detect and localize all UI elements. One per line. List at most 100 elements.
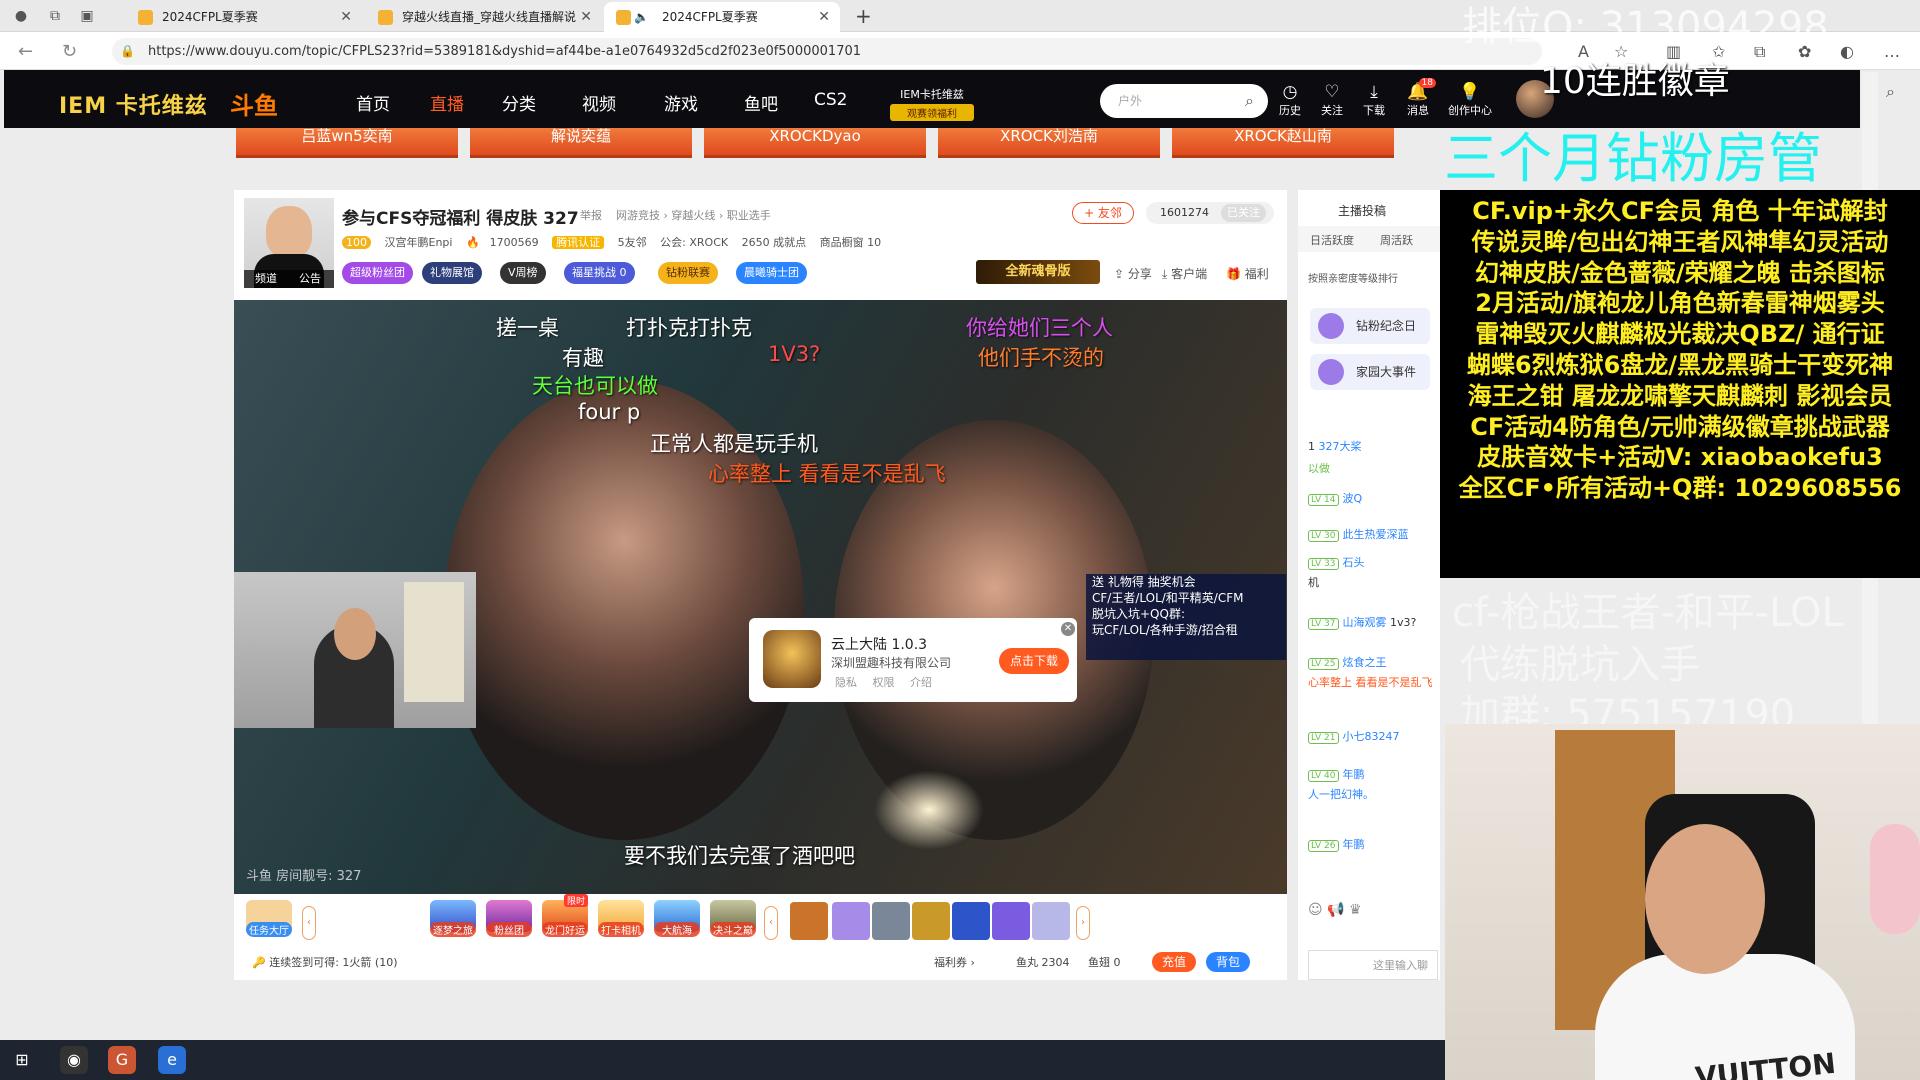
follow-state[interactable]: 已关注 <box>1221 204 1266 222</box>
banner-item[interactable]: XROCK刘浩南 <box>938 128 1160 158</box>
achievement-points[interactable]: 2650 成就点 <box>742 236 807 249</box>
app-icon[interactable]: G <box>108 1046 136 1074</box>
backpack-button[interactable]: 背包 <box>1206 952 1250 972</box>
banner-item[interactable]: 吕蓝wn5奕南 <box>236 128 458 158</box>
tab-1[interactable]: 2024CFPL夏季赛 ✕ <box>126 2 362 32</box>
neighbors[interactable]: 5友邻 <box>618 236 647 249</box>
new-tab-button[interactable]: + <box>855 4 872 28</box>
edge-sidebar-search-icon[interactable]: ⌕ <box>1886 82 1895 102</box>
workspaces-icon[interactable]: ⧉ <box>46 7 64 25</box>
close-icon[interactable]: ✕ <box>580 2 592 32</box>
ad-download-button[interactable]: 点击下载 <box>999 648 1069 674</box>
chip-super-fans[interactable]: 超级粉丝团 <box>342 262 413 284</box>
nav-category[interactable]: 分类 <box>502 90 536 115</box>
task-hall-button[interactable]: 任务大厅 <box>246 900 292 937</box>
windows-start-icon[interactable]: ⊞ <box>8 1046 36 1074</box>
guild[interactable]: 公会: XROCK <box>660 236 728 249</box>
diamond-anniversary-card[interactable]: 钻粉纪念日 <box>1310 308 1430 344</box>
speaker-icon[interactable]: 🔈 <box>634 2 649 32</box>
scroll-left-icon[interactable]: ‹ <box>764 906 778 940</box>
gift-fans[interactable]: 粉丝团 <box>486 900 532 937</box>
nav-home[interactable]: 首页 <box>356 90 390 115</box>
creator-center-button[interactable]: 💡 创作中心 <box>1440 82 1500 118</box>
profile-icon[interactable]: ● <box>12 7 30 25</box>
tab-weekly-activity[interactable]: 周活跃 <box>1380 232 1413 248</box>
chip-lucky-star[interactable]: 福星挑战 0 <box>564 262 635 284</box>
streamer-avatar[interactable]: 频道 公告 <box>244 198 334 288</box>
chat-input[interactable]: 这里输入聊天 <box>1308 950 1438 980</box>
badge-icon[interactable]: ♛ <box>1349 902 1362 918</box>
gift-item[interactable] <box>790 902 828 940</box>
category-breadcrumb[interactable]: 网游竞技 › 穿越火线 › 职业选手 <box>616 207 771 223</box>
chip-gift-hall[interactable]: 礼物展馆 <box>422 262 482 284</box>
close-icon[interactable]: ✕ <box>1061 622 1075 636</box>
gift-item[interactable] <box>912 902 950 940</box>
close-icon[interactable]: ✕ <box>818 2 830 32</box>
gift-item[interactable] <box>872 902 910 940</box>
banner-item[interactable]: XROCKDyao <box>704 128 926 158</box>
tab-daily-activity[interactable]: 日活跃度 <box>1310 232 1354 248</box>
app-ad-popup[interactable]: 云上大陆 1.0.3 深圳盟趣科技有限公司 隐私 权限 介绍 点击下载 ✕ <box>749 618 1077 702</box>
chip-knights[interactable]: 晨曦骑士团 <box>736 262 807 284</box>
add-friend-button[interactable]: + 友邻 <box>1072 202 1134 224</box>
gift-camera[interactable]: 打卡相机 <box>598 900 644 937</box>
client-button[interactable]: ⤓ 客户端 <box>1162 265 1207 282</box>
follow-count[interactable]: 1601274 已关注 <box>1146 202 1274 224</box>
promo-banner[interactable]: 全新魂骨版 <box>976 260 1100 284</box>
banner-item[interactable]: XROCK赵山南 <box>1172 128 1394 158</box>
gift-dream[interactable]: 逐梦之旅 <box>430 900 476 937</box>
follow-button[interactable]: ♡ 关注 <box>1312 82 1352 118</box>
gift-voyage[interactable]: 大航海 <box>654 900 700 937</box>
coupon-link[interactable]: 福利券 › <box>934 954 975 970</box>
messages-button[interactable]: 🔔 18 消息 <box>1398 78 1438 118</box>
ad-intro-link[interactable]: 介绍 <box>910 676 932 689</box>
share-button[interactable]: ⇪ 分享 <box>1114 265 1152 282</box>
gift-duel[interactable]: 决斗之巅 <box>710 900 756 937</box>
edge-icon[interactable]: e <box>158 1046 186 1074</box>
banner-item[interactable]: 解说奕蕴 <box>470 128 692 158</box>
refresh-icon[interactable]: ↻ <box>62 41 77 62</box>
app-icon[interactable]: ◉ <box>60 1046 88 1074</box>
nav-cs2[interactable]: CS2 <box>814 90 847 110</box>
nav-video[interactable]: 视频 <box>582 90 616 115</box>
gift-item[interactable] <box>992 902 1030 940</box>
chip-weekly-rank[interactable]: V周榜 <box>500 262 546 284</box>
close-icon[interactable]: ✕ <box>340 2 352 32</box>
rank-entry[interactable]: 1 327大桨 <box>1308 438 1362 454</box>
nav-games[interactable]: 游戏 <box>664 90 698 115</box>
gift-item[interactable] <box>1032 902 1070 940</box>
streamer-name[interactable]: 汉宫年鹏Enpi <box>385 236 453 249</box>
avatar-tab-notice[interactable]: 公告 <box>288 270 332 288</box>
history-button[interactable]: ◷ 历史 <box>1270 82 1310 118</box>
event-brand[interactable]: IEM 卡托维兹 <box>59 88 208 120</box>
nav-fishbar[interactable]: 鱼吧 <box>744 90 778 115</box>
streamer-submission[interactable]: 主播投稿 <box>1338 202 1386 219</box>
gift-item[interactable] <box>952 902 990 940</box>
sign-in-reward[interactable]: 🔑 连续签到可得: 1火箭 (10) <box>252 954 397 970</box>
home-events-card[interactable]: 家园大事件 <box>1310 354 1430 390</box>
welfare-button[interactable]: 🎁 福利 <box>1226 265 1269 282</box>
scroll-right-icon[interactable]: › <box>1076 906 1090 940</box>
back-icon[interactable]: ← <box>18 41 33 62</box>
copilot-icon[interactable]: ◐ <box>1840 42 1854 61</box>
ad-privacy-link[interactable]: 隐私 <box>835 676 857 689</box>
tab-2[interactable]: 穿越火线直播_穿越火线直播解说 ✕ <box>366 2 602 32</box>
chip-diamond-league[interactable]: 钻粉联赛 <box>658 262 718 284</box>
search-icon[interactable]: ⌕ <box>1245 84 1254 118</box>
douyu-logo[interactable]: 斗鱼 <box>230 86 278 121</box>
recharge-button[interactable]: 充值 <box>1152 952 1196 972</box>
ad-permission-link[interactable]: 权限 <box>873 676 895 689</box>
nav-live[interactable]: 直播 <box>430 90 464 115</box>
more-menu-icon[interactable]: … <box>1884 42 1900 61</box>
iem-promo[interactable]: IEM卡托维兹 观赛领福利 <box>890 86 974 121</box>
download-button[interactable]: ⤓ 下载 <box>1354 82 1394 118</box>
gift-item[interactable] <box>832 902 870 940</box>
url-field[interactable]: 🔒 https://www.douyu.com/topic/CFPLS23?ri… <box>112 38 1542 65</box>
emoji-icon[interactable]: ☺ <box>1308 902 1323 918</box>
search-input[interactable]: 户外 ⌕ <box>1100 84 1268 118</box>
tab-actions-icon[interactable]: ▣ <box>78 7 96 25</box>
avatar-tab-channel[interactable]: 频道 <box>244 270 288 288</box>
scroll-left-icon[interactable]: ‹ <box>302 906 316 940</box>
report-link[interactable]: 举报 <box>580 207 602 223</box>
shop-window[interactable]: 商品橱窗 10 <box>820 236 882 249</box>
